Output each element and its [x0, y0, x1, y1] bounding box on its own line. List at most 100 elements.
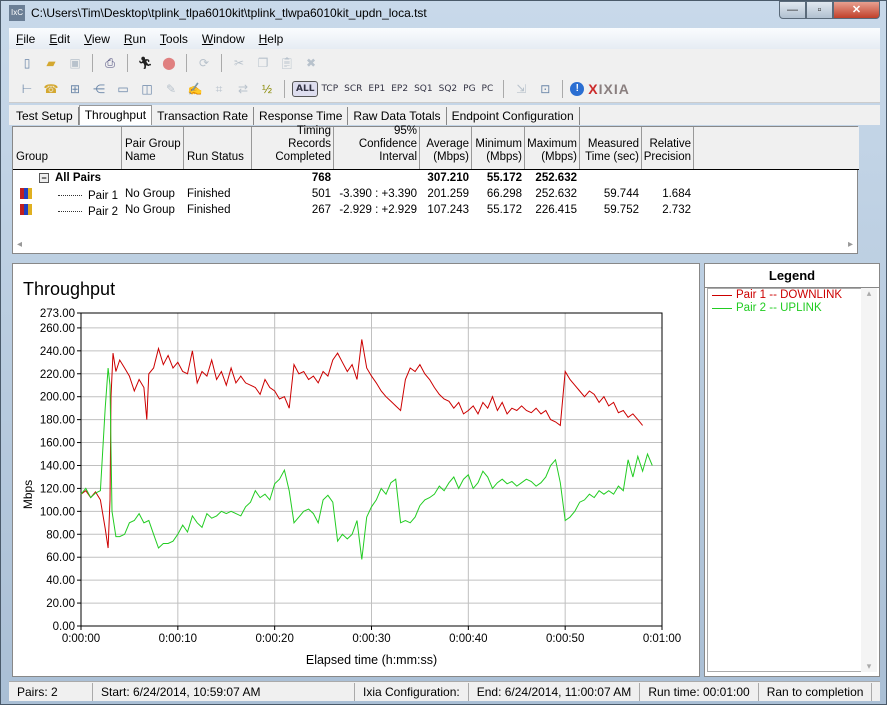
add-video-pair-icon[interactable]: ▭: [113, 79, 133, 99]
legend-list: Pair 1 -- DOWNLINK Pair 2 -- UPLINK: [707, 288, 863, 672]
add-multicast-icon[interactable]: ⊞: [65, 79, 85, 99]
column-header[interactable]: 95% Confidence Interval: [334, 125, 420, 169]
toolbar-separator: [503, 80, 505, 98]
column-header[interactable]: Minimum (Mbps): [472, 127, 525, 169]
confidence-interval: -3.390 : +3.390: [339, 188, 417, 200]
export-icon[interactable]: ⇲: [511, 79, 531, 99]
filter-ep1-button[interactable]: EP1: [365, 84, 388, 94]
add-pair-icon[interactable]: ⊢: [17, 79, 37, 99]
column-header[interactable]: Pair Group Name: [122, 127, 184, 169]
pair-name: Pair 1: [88, 190, 119, 202]
filter-sq2-button[interactable]: SQ2: [436, 84, 461, 94]
filter-tcp-button[interactable]: TCP: [318, 84, 341, 94]
status-start: Start: 6/24/2014, 10:59:07 AM: [93, 682, 355, 701]
filter-pg-button[interactable]: PG: [460, 84, 478, 94]
pair-row[interactable]: Pair 1 No Group Finished 501 -3.390 : +3.390…: [13, 187, 859, 203]
add-broadcast-icon[interactable]: ◫: [137, 79, 157, 99]
endpoint-config-icon[interactable]: ✍: [185, 79, 205, 99]
tab-transaction-rate[interactable]: Transaction Rate: [152, 107, 255, 125]
menu-bar: File Edit View Run Tools Window Help: [9, 28, 880, 49]
open-folder-icon[interactable]: ▰: [41, 53, 61, 73]
toolbar-separator: [221, 54, 222, 72]
filter-scr-button[interactable]: SCR: [341, 84, 365, 94]
confidence-interval: -2.929 : +2.929: [339, 204, 417, 216]
minimize-button[interactable]: —: [779, 1, 806, 19]
disabled-icon[interactable]: ⌗: [209, 79, 229, 99]
legend-item[interactable]: Pair 2 -- UPLINK: [708, 302, 862, 315]
save-results-icon[interactable]: ⊡: [535, 79, 555, 99]
tab-response-time[interactable]: Response Time: [254, 107, 349, 125]
ixia-logo: XIXIA: [588, 81, 630, 97]
column-header[interactable]: Relative Precision: [642, 127, 694, 169]
edit-icon[interactable]: ✎: [161, 79, 181, 99]
menu-tools[interactable]: Tools: [153, 32, 195, 46]
scroll-right-icon[interactable]: ▸: [848, 237, 853, 253]
close-button[interactable]: ✕: [833, 1, 880, 19]
print-icon[interactable]: ⎙: [100, 53, 120, 73]
add-voip-pair-icon[interactable]: ☎: [41, 79, 61, 99]
scroll-up-icon[interactable]: ▴: [861, 288, 877, 299]
save-icon[interactable]: ▣: [65, 53, 85, 73]
filter-pc-button[interactable]: PC: [479, 84, 497, 94]
pair-group-name: No Group: [125, 204, 175, 216]
menu-view[interactable]: View: [77, 32, 117, 46]
menu-file[interactable]: File: [9, 32, 42, 46]
swap-icon[interactable]: ⇄: [233, 79, 253, 99]
menu-edit[interactable]: Edit: [42, 32, 77, 46]
filter-all-button[interactable]: ALL: [292, 81, 319, 97]
column-header[interactable]: Average (Mbps): [420, 127, 472, 169]
column-header[interactable]: Timing Records Completed: [252, 125, 334, 169]
tab-throughput[interactable]: Throughput: [78, 105, 153, 125]
paste-icon[interactable]: 📋︎: [277, 53, 297, 73]
info-icon[interactable]: !: [570, 82, 585, 96]
minimum-mbps: 66.298: [486, 188, 522, 200]
legend-swatch: [712, 295, 732, 296]
menu-run[interactable]: Run: [117, 32, 153, 46]
pair-chart-icon: [20, 204, 32, 215]
delete-icon[interactable]: ✖: [301, 53, 321, 73]
grid-header: Group Pair Group Name Run Status Timing Rec…: [13, 125, 859, 170]
add-pair-group-icon[interactable]: ⋲: [89, 79, 109, 99]
measured-time: 59.744: [603, 188, 639, 200]
status-run-time: Run time: 00:01:00: [640, 682, 759, 701]
legend-scrollbar[interactable]: ▴ ▾: [861, 288, 877, 672]
menu-window[interactable]: Window: [195, 32, 252, 46]
column-header[interactable]: Maximum (Mbps): [525, 127, 580, 169]
renumber-icon[interactable]: ½: [257, 79, 277, 99]
summary-row[interactable]: − All Pairs 768 307.210 55.172 252.632: [13, 171, 859, 187]
stop-icon[interactable]: ⬤: [159, 53, 179, 73]
status-pairs: Pairs: 2: [9, 682, 93, 701]
x-tick-label: 0:01:00: [643, 633, 681, 645]
tab-raw-data-totals[interactable]: Raw Data Totals: [348, 107, 447, 125]
horizontal-scrollbar[interactable]: ◂ ▸: [13, 237, 857, 253]
filter-ep2-button[interactable]: EP2: [388, 84, 411, 94]
maximize-button[interactable]: ▫: [806, 1, 833, 19]
collapse-icon[interactable]: −: [39, 173, 49, 183]
legend-label: Pair 1 -- DOWNLINK: [736, 289, 843, 301]
y-axis-label: Mbps: [21, 480, 35, 509]
ixchariot-app-icon: IxC: [9, 5, 25, 21]
column-header[interactable]: Measured Time (sec): [580, 127, 642, 169]
column-header[interactable]: Run Status: [184, 127, 252, 169]
x-tick-label: 0:00:00: [62, 633, 100, 645]
status-config: Ixia Configuration:: [355, 682, 469, 701]
summary-minimum: 55.172: [486, 172, 522, 184]
refresh-icon[interactable]: ⟳: [194, 53, 214, 73]
series-line-1: [80, 339, 643, 549]
scroll-left-icon[interactable]: ◂: [17, 237, 22, 253]
cut-icon[interactable]: ✂: [229, 53, 249, 73]
copy-icon[interactable]: ❐: [253, 53, 273, 73]
scroll-down-icon[interactable]: ▾: [861, 661, 877, 672]
title-bar: IxC C:\Users\Tim\Desktop\tplink_tlpa6010…: [1, 1, 886, 27]
menu-help[interactable]: Help: [252, 32, 291, 46]
pair-row[interactable]: Pair 2 No Group Finished 267 -2.929 : +2.929…: [13, 203, 859, 219]
tab-endpoint-configuration[interactable]: Endpoint Configuration: [447, 107, 580, 125]
column-header[interactable]: Group: [13, 127, 122, 169]
new-file-icon[interactable]: ▯: [17, 53, 37, 73]
legend-item[interactable]: Pair 1 -- DOWNLINK: [708, 289, 862, 302]
relative-precision: 1.684: [662, 188, 691, 200]
summary-maximum: 252.632: [535, 172, 577, 184]
filter-sq1-button[interactable]: SQ1: [411, 84, 436, 94]
tab-test-setup[interactable]: Test Setup: [11, 107, 79, 125]
run-icon[interactable]: 🏃︎: [135, 53, 155, 73]
